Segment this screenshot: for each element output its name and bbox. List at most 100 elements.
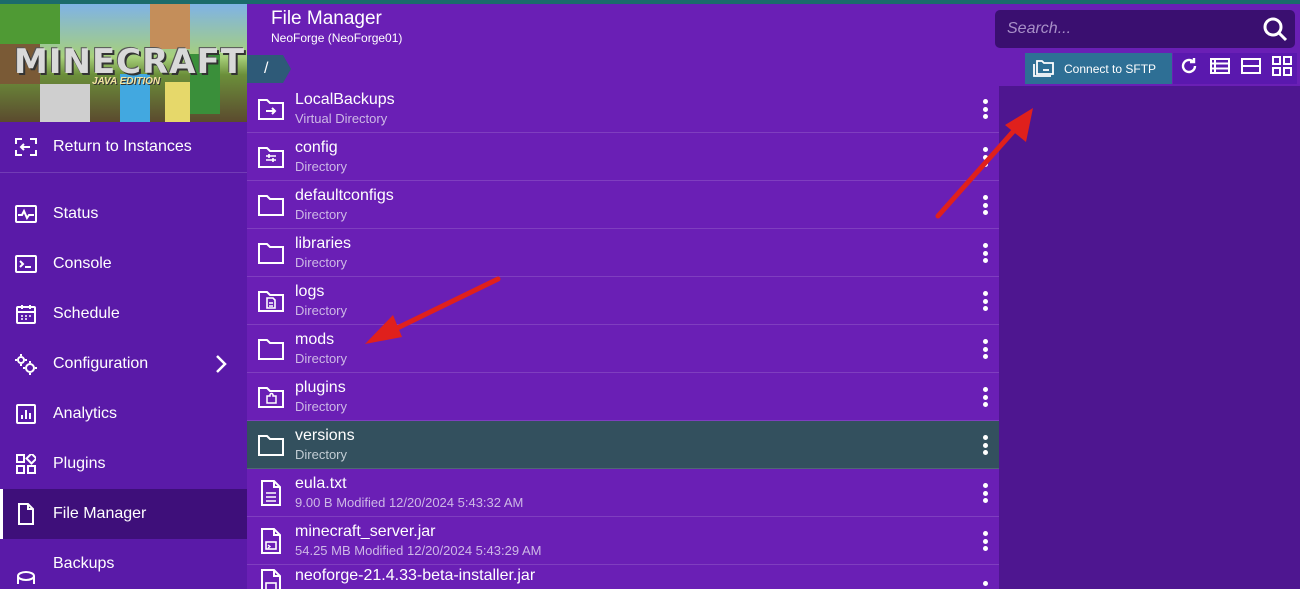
page-title: File Manager [271, 8, 382, 29]
file-row-minecraft-server-jar[interactable]: minecraft_server.jar 54.25 MB Modified 1… [247, 517, 999, 565]
grid-view-icon [1271, 56, 1292, 81]
file-meta: Directory [295, 254, 348, 270]
more-options-icon[interactable] [979, 337, 991, 361]
more-options-icon[interactable] [979, 481, 991, 505]
file-meta: 54.25 MB Modified 12/20/2024 5:43:29 AM [295, 542, 542, 558]
file-name: defaultconfigs [295, 186, 394, 204]
compact-view-icon [1240, 58, 1261, 79]
file-name: eula.txt [295, 474, 347, 492]
file-meta: Directory [295, 158, 348, 174]
database-icon [14, 565, 38, 589]
more-options-icon[interactable] [979, 289, 991, 313]
search-input[interactable] [1007, 20, 1255, 38]
sidebar-item-console[interactable]: Console [0, 239, 247, 289]
details-panel [999, 86, 1300, 589]
file-meta: Directory [295, 398, 348, 414]
sidebar-item-label: File Manager [53, 505, 147, 522]
sidebar-item-plugins[interactable]: Plugins [0, 439, 247, 489]
folder-settings-icon [247, 145, 295, 169]
file-list: LocalBackups Virtual Directory config Di… [247, 85, 999, 589]
more-options-icon[interactable] [979, 193, 991, 217]
file-row-mods[interactable]: mods Directory [247, 325, 999, 373]
more-options-icon[interactable] [979, 145, 991, 169]
minecraft-banner: MINECRAFT JAVA EDITION [0, 4, 247, 122]
breadcrumb-root[interactable]: / [247, 55, 291, 83]
file-name: logs [295, 282, 325, 300]
text-file-icon [247, 479, 295, 506]
folder-icon [247, 193, 295, 217]
more-options-icon[interactable] [979, 385, 991, 409]
refresh-icon [1180, 57, 1198, 80]
file-row-localbackups[interactable]: LocalBackups Virtual Directory [247, 85, 999, 133]
file-name: config [295, 138, 338, 156]
file-meta: Directory [295, 302, 348, 318]
file-icon [14, 502, 38, 526]
sidebar-item-file-manager[interactable]: File Manager [0, 489, 247, 539]
file-row-neoforge-installer[interactable]: neoforge-21.4.33-beta-installer.jar [247, 565, 999, 589]
plugins-icon [14, 452, 38, 476]
more-options-icon[interactable] [979, 579, 991, 589]
folder-plugin-icon [247, 385, 295, 409]
file-row-libraries[interactable]: libraries Directory [247, 229, 999, 277]
compact-view-button[interactable] [1235, 53, 1266, 84]
sidebar-item-label: Schedule [53, 305, 120, 322]
file-meta: Directory [295, 446, 348, 462]
folder-icon [247, 241, 295, 265]
edition-label: JAVA EDITION [92, 76, 161, 87]
page-subtitle: NeoForge (NeoForge01) [271, 31, 403, 45]
analytics-icon [14, 402, 38, 426]
file-name: minecraft_server.jar [295, 522, 436, 540]
folder-document-icon [247, 289, 295, 313]
file-meta: Directory [295, 350, 348, 366]
sidebar: MINECRAFT JAVA EDITION Return to Instanc… [0, 4, 247, 589]
sidebar-divider [0, 172, 247, 173]
sidebar-item-status[interactable]: Status [0, 189, 247, 239]
file-name: plugins [295, 378, 346, 396]
sidebar-item-return-to-instances[interactable]: Return to Instances [0, 122, 247, 172]
sftp-label: Connect to SFTP [1064, 61, 1157, 76]
more-options-icon[interactable] [979, 433, 991, 457]
file-name: libraries [295, 234, 352, 252]
return-icon [14, 135, 38, 159]
file-row-versions[interactable]: versions Directory [247, 421, 999, 469]
jar-file-icon [247, 567, 295, 589]
status-icon [14, 202, 38, 226]
file-row-eula[interactable]: eula.txt 9.00 B Modified 12/20/2024 5:43… [247, 469, 999, 517]
file-meta: 9.00 B Modified 12/20/2024 5:43:32 AM [295, 494, 524, 510]
file-row-logs[interactable]: logs Directory [247, 277, 999, 325]
connect-sftp-button[interactable]: Connect to SFTP [1025, 53, 1172, 84]
file-row-config[interactable]: config Directory [247, 133, 999, 181]
sidebar-item-analytics[interactable]: Analytics [0, 389, 247, 439]
breadcrumb-label: / [264, 60, 269, 77]
file-meta: Virtual Directory [295, 110, 388, 126]
file-name: versions [295, 426, 355, 444]
sidebar-item-label: Configuration [53, 355, 149, 372]
list-view-button[interactable] [1204, 53, 1235, 84]
console-icon [14, 252, 38, 276]
search-box [995, 10, 1295, 48]
chevron-right-icon [215, 354, 227, 379]
sftp-folder-icon [1033, 57, 1055, 80]
file-name: mods [295, 330, 335, 348]
sidebar-item-label: Status [53, 205, 99, 222]
sidebar-item-label: Return to Instances [53, 138, 192, 155]
sidebar-item-schedule[interactable]: Schedule [0, 289, 247, 339]
sidebar-item-label: Console [53, 255, 112, 272]
folder-icon [247, 337, 295, 361]
sidebar-item-backups[interactable]: Backups [0, 539, 247, 589]
sidebar-item-label: Backups [53, 555, 115, 572]
file-row-defaultconfigs[interactable]: defaultconfigs Directory [247, 181, 999, 229]
grid-view-button[interactable] [1266, 53, 1297, 84]
file-name: neoforge-21.4.33-beta-installer.jar [295, 567, 536, 584]
sidebar-item-label: Analytics [53, 405, 118, 422]
sidebar-item-configuration[interactable]: Configuration [0, 339, 247, 389]
sidebar-item-label: Plugins [53, 455, 106, 472]
file-row-plugins[interactable]: plugins Directory [247, 373, 999, 421]
file-name: LocalBackups [295, 90, 395, 108]
search-icon[interactable] [1255, 16, 1295, 42]
more-options-icon[interactable] [979, 241, 991, 265]
refresh-button[interactable] [1173, 53, 1204, 84]
more-options-icon[interactable] [979, 529, 991, 553]
jar-file-icon [247, 527, 295, 554]
more-options-icon[interactable] [979, 97, 991, 121]
